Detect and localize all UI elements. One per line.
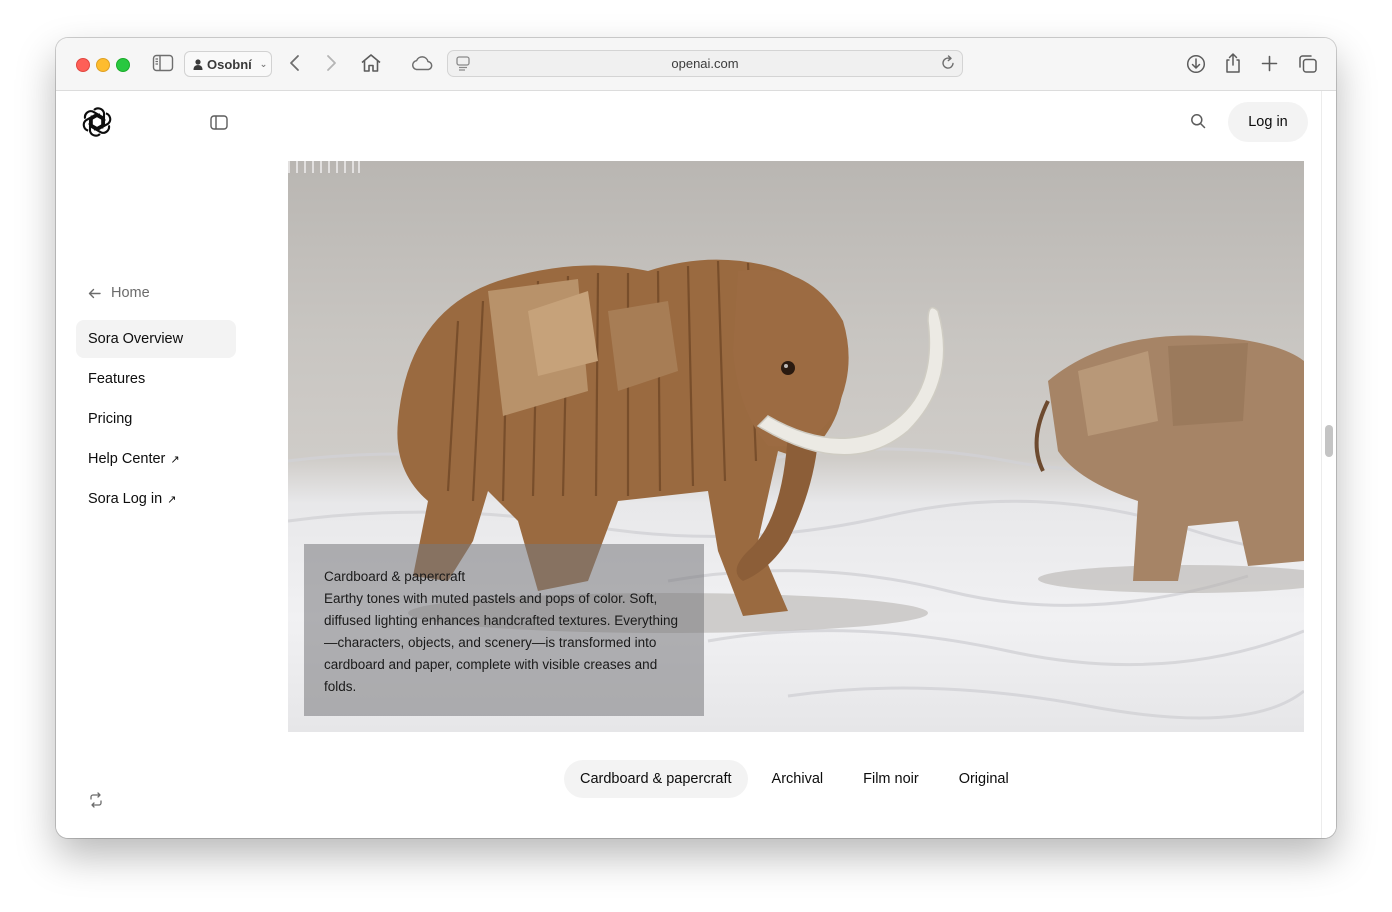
sidebar-item-label: Sora Log in <box>88 491 163 507</box>
tabs-overview-icon[interactable] <box>1298 54 1318 74</box>
tab-archival[interactable]: Archival <box>756 760 840 798</box>
sidebar-toggle-icon[interactable] <box>210 115 228 135</box>
back-icon[interactable] <box>288 54 302 72</box>
scrollbar-thumb[interactable] <box>1325 425 1333 457</box>
profile-selector[interactable]: Osobní ⌄ <box>184 51 272 77</box>
page-scrollbar[interactable] <box>1321 91 1336 838</box>
sidebar-item-features[interactable]: Features <box>76 360 236 398</box>
tab-cardboard-papercraft[interactable]: Cardboard & papercraft <box>564 760 748 798</box>
style-tabs: Cardboard & papercraft Archival Film noi… <box>564 760 1033 798</box>
forward-icon[interactable] <box>324 54 338 72</box>
url-text: openai.com <box>671 56 739 71</box>
minimize-window-button[interactable] <box>96 58 110 72</box>
sidebar-item-label: Sora Overview <box>88 331 184 347</box>
openai-logo-icon[interactable] <box>82 107 112 142</box>
browser-toolbar: Osobní ⌄ openai.com <box>56 38 1336 91</box>
profile-label: Osobní <box>207 56 252 72</box>
sidebar-item-help-center[interactable]: Help Center ↗ <box>76 440 236 478</box>
video-progress-ticks[interactable] <box>288 161 360 173</box>
chevron-down-icon: ⌄ <box>259 58 268 69</box>
sidebar-item-label: Features <box>88 371 146 387</box>
web-page: Home Sora Overview Features Pricing Help… <box>56 91 1336 838</box>
cloud-icon[interactable] <box>410 55 434 71</box>
new-tab-icon[interactable] <box>1261 55 1278 72</box>
person-icon <box>193 58 203 70</box>
sidebar-nav: Home Sora Overview Features Pricing Help… <box>76 281 236 520</box>
tab-film-noir[interactable]: Film noir <box>847 760 935 798</box>
sidebar-item-label: Help Center <box>88 451 166 467</box>
style-caption: Cardboard & papercraft Earthy tones with… <box>304 544 704 716</box>
tab-original[interactable]: Original <box>943 760 1025 798</box>
sidebar-item-pricing[interactable]: Pricing <box>76 400 236 438</box>
login-button[interactable]: Log in <box>1228 102 1308 142</box>
address-bar[interactable]: openai.com <box>447 50 963 77</box>
refresh-icon[interactable] <box>88 792 104 813</box>
caption-title: Cardboard & papercraft <box>324 569 466 584</box>
sidebar-item-sora-overview[interactable]: Sora Overview <box>76 320 236 358</box>
download-icon[interactable] <box>1186 54 1206 74</box>
sidebar-icon[interactable] <box>152 54 174 72</box>
arrow-left-icon <box>88 288 101 298</box>
share-icon[interactable] <box>1224 52 1242 74</box>
caption-text: Earthy tones with muted pastels and pops… <box>324 591 678 694</box>
close-window-button[interactable] <box>76 58 90 72</box>
home-icon[interactable] <box>360 53 382 73</box>
sidebar-item-label: Pricing <box>88 411 133 427</box>
home-link-label: Home <box>111 285 150 301</box>
hero-video[interactable]: Cardboard & papercraft Earthy tones with… <box>288 161 1304 732</box>
external-link-icon: ↗ <box>167 493 177 506</box>
reload-icon[interactable] <box>940 55 956 76</box>
browser-window: Osobní ⌄ openai.com Home Sora Overview F… <box>56 38 1336 838</box>
zoom-window-button[interactable] <box>116 58 130 72</box>
search-icon[interactable] <box>1190 113 1206 134</box>
sidebar-item-sora-log-in[interactable]: Sora Log in ↗ <box>76 480 236 518</box>
external-link-icon: ↗ <box>170 453 180 466</box>
home-link[interactable]: Home <box>76 281 236 305</box>
